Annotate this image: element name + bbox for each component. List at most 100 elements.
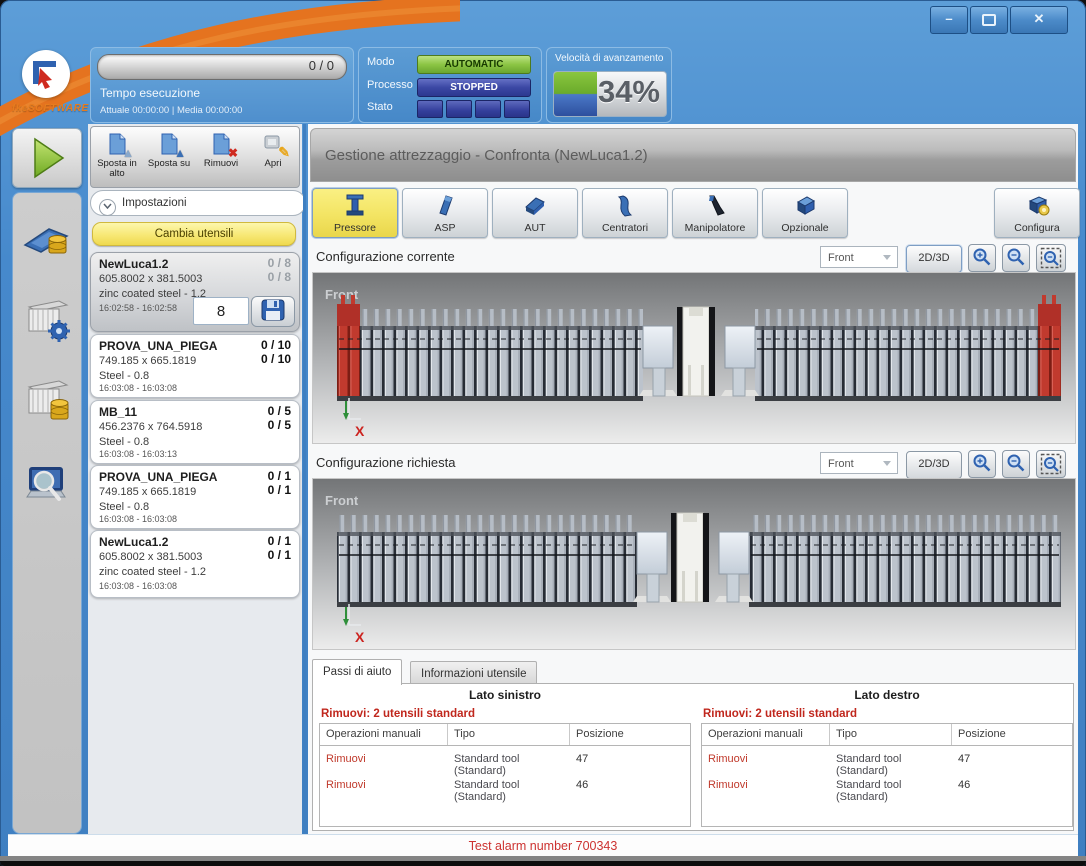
zoom-out-icon bbox=[1006, 247, 1026, 267]
configura-button[interactable]: Configura bbox=[994, 188, 1080, 238]
quantity-input[interactable] bbox=[193, 297, 249, 325]
processo-label: Processo bbox=[367, 79, 413, 97]
required-zoom-fit-button[interactable] bbox=[1036, 450, 1066, 478]
bottom-edge bbox=[0, 861, 1086, 866]
tool-rack-gear-icon[interactable] bbox=[19, 291, 75, 347]
left-side-section: Lato sinistro Rimuovi: 2 utensili standa… bbox=[319, 688, 691, 827]
current-config-viewport[interactable]: Front bbox=[312, 272, 1076, 444]
move-up-icon: ▲ bbox=[156, 131, 182, 157]
brand-text: fkeSOFTWARE bbox=[12, 103, 92, 114]
left-steps-table: Operazioni manuali Tipo Posizione Rimuov… bbox=[319, 723, 691, 827]
diagnostics-search-icon[interactable] bbox=[19, 455, 75, 511]
table-row: Rimuovi Standard tool (Standard) 46 bbox=[320, 772, 690, 798]
axis-x-label: X bbox=[355, 629, 365, 645]
tab-passi-di-aiuto[interactable]: Passi di aiuto bbox=[312, 659, 402, 685]
right-side-summary: Rimuovi: 2 utensili standard bbox=[703, 708, 1073, 720]
left-side-title: Lato sinistro bbox=[319, 688, 691, 702]
apri-button[interactable]: ✎ Apri bbox=[248, 127, 298, 187]
job-card[interactable]: PROVA_UNA_PIEGA 0 / 1 0 / 1 749.185 x 66… bbox=[90, 465, 300, 529]
axis-x-label: X bbox=[355, 423, 365, 439]
tab-asp[interactable]: ASP bbox=[402, 188, 488, 238]
required-zoom-in-button[interactable] bbox=[968, 450, 996, 478]
chevron-down-icon bbox=[883, 461, 891, 466]
table-row: Rimuovi Standard tool (Standard) 47 bbox=[320, 746, 690, 772]
stato-segment bbox=[475, 100, 501, 118]
save-quantity-button[interactable] bbox=[251, 296, 295, 327]
tab-informazioni-utensile[interactable]: Informazioni utensile bbox=[410, 661, 537, 685]
job-card-selected[interactable]: NewLuca1.2 0 / 8 0 / 8 605.8002 x 381.50… bbox=[90, 252, 300, 332]
job-card[interactable]: MB_11 0 / 5 0 / 5 456.2376 x 764.5918 St… bbox=[90, 400, 300, 464]
panel-divider bbox=[303, 124, 306, 834]
impostazioni-expander[interactable]: Impostazioni bbox=[90, 190, 306, 216]
modo-label: Modo bbox=[367, 56, 395, 74]
current-2d3d-toggle[interactable]: 2D/3D bbox=[906, 245, 962, 273]
velocita-label: Velocità di avanzamento bbox=[555, 53, 663, 64]
centratori-icon bbox=[583, 193, 667, 217]
zoom-fit-icon bbox=[1040, 453, 1062, 475]
required-canvas-view-label: Front bbox=[325, 493, 359, 508]
velocita-fill bbox=[554, 72, 597, 116]
close-button[interactable]: ✕ bbox=[1010, 6, 1068, 34]
job-card[interactable]: PROVA_UNA_PIEGA 0 / 10 0 / 10 749.185 x … bbox=[90, 334, 300, 398]
open-icon: ✎ bbox=[260, 131, 286, 157]
table-header: Operazioni manuali Tipo Posizione bbox=[702, 724, 1072, 746]
feed-speed-panel: Velocità di avanzamento 34% bbox=[546, 47, 672, 123]
page-title: Gestione attrezzaggio - Confronta (NewLu… bbox=[310, 128, 1076, 182]
table-row: Rimuovi Standard tool (Standard) 46 bbox=[702, 772, 1072, 798]
current-zoom-fit-button[interactable] bbox=[1036, 244, 1066, 272]
modo-value-indicator: AUTOMATIC bbox=[417, 55, 531, 74]
tab-opzionale[interactable]: Opzionale bbox=[762, 188, 848, 238]
start-button[interactable] bbox=[12, 128, 82, 188]
zoom-in-icon bbox=[972, 453, 992, 473]
tab-manipolatore[interactable]: Manipolatore bbox=[672, 188, 758, 238]
move-top-icon: ▲ bbox=[104, 131, 130, 157]
stato-label: Stato bbox=[367, 101, 393, 119]
sposta-su-button[interactable]: ▲ Sposta su bbox=[144, 127, 194, 187]
current-zoom-in-button[interactable] bbox=[968, 244, 996, 272]
app-window: – ✕ fkeSOFTWARE 0 / 0 Tempo esecuzione A… bbox=[0, 0, 1086, 866]
tab-aut[interactable]: AUT bbox=[492, 188, 578, 238]
job-card[interactable]: NewLuca1.2 0 / 1 0 / 1 605.8002 x 381.50… bbox=[90, 530, 300, 598]
chevron-down-icon bbox=[99, 199, 116, 216]
stato-segment bbox=[504, 100, 530, 118]
required-zoom-out-button[interactable] bbox=[1002, 450, 1030, 478]
tempo-detail: Attuale 00:00:00 | Media 00:00:00 bbox=[100, 105, 242, 116]
tool-tray-database-icon[interactable] bbox=[19, 209, 75, 265]
tab-centratori[interactable]: Centratori bbox=[582, 188, 668, 238]
processo-value-indicator: STOPPED bbox=[417, 78, 531, 97]
remove-icon: ✖ bbox=[208, 131, 234, 157]
current-config-label: Configurazione corrente bbox=[316, 249, 455, 264]
sposta-in-alto-button[interactable]: ▲ Sposta in alto bbox=[92, 127, 142, 187]
rimuovi-button[interactable]: ✖ Rimuovi bbox=[196, 127, 246, 187]
stato-segment bbox=[446, 100, 472, 118]
minimize-button[interactable]: – bbox=[930, 6, 968, 34]
asp-icon bbox=[403, 193, 487, 217]
tool-rack-database-icon[interactable] bbox=[19, 373, 75, 429]
cambia-utensili-button[interactable]: Cambia utensili bbox=[92, 222, 296, 246]
machine-state-panel: Modo AUTOMATIC Processo STOPPED Stato bbox=[358, 47, 542, 123]
velocita-value: 34% bbox=[598, 74, 660, 110]
zoom-out-icon bbox=[1006, 453, 1026, 473]
current-zoom-out-button[interactable] bbox=[1002, 244, 1030, 272]
right-steps-table: Operazioni manuali Tipo Posizione Rimuov… bbox=[701, 723, 1073, 827]
execution-progressbar: 0 / 0 bbox=[97, 54, 347, 80]
right-side-title: Lato destro bbox=[701, 688, 1073, 702]
maximize-icon bbox=[982, 14, 996, 26]
table-header: Operazioni manuali Tipo Posizione bbox=[320, 724, 690, 746]
chevron-down-icon bbox=[883, 255, 891, 260]
progress-count: 0 / 0 bbox=[309, 58, 334, 73]
tab-pressore[interactable]: Pressore bbox=[312, 188, 398, 238]
required-view-select[interactable]: Front bbox=[820, 452, 898, 474]
aut-icon bbox=[493, 193, 577, 217]
job-toolbar: ▲ Sposta in alto ▲ Sposta su ✖ Rimuovi bbox=[90, 126, 300, 188]
zoom-fit-icon bbox=[1040, 247, 1062, 269]
required-config-viewport[interactable]: Front bbox=[312, 478, 1076, 650]
current-view-select[interactable]: Front bbox=[820, 246, 898, 268]
zoom-in-icon bbox=[972, 247, 992, 267]
stato-segments bbox=[417, 100, 533, 123]
pressore-icon bbox=[313, 193, 397, 217]
required-2d3d-toggle[interactable]: 2D/3D bbox=[906, 451, 962, 479]
maximize-button[interactable] bbox=[970, 6, 1008, 34]
tempo-label: Tempo esecuzione bbox=[100, 86, 200, 100]
manipolatore-icon bbox=[673, 193, 757, 217]
